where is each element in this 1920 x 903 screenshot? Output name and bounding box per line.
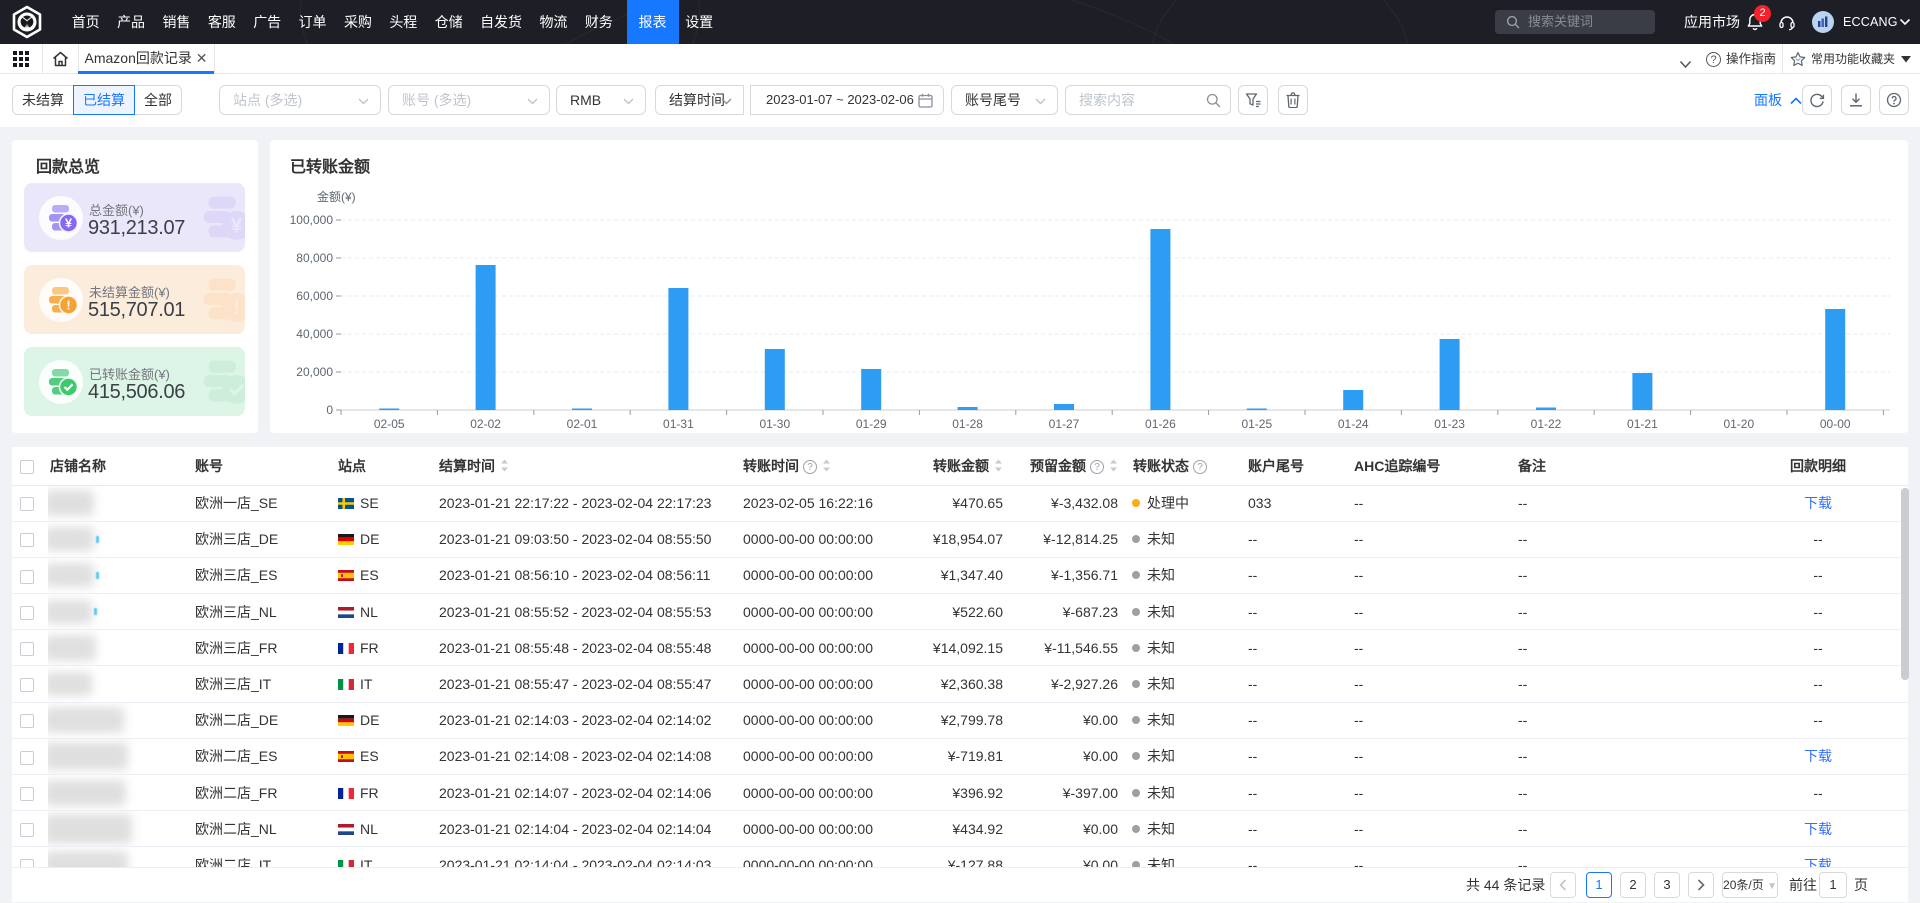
svg-text:01-26: 01-26	[1145, 417, 1176, 431]
svg-text:¥: ¥	[65, 216, 73, 231]
svg-text:60,000: 60,000	[296, 289, 333, 303]
svg-text:02-01: 02-01	[567, 417, 598, 431]
svg-text:01-28: 01-28	[952, 417, 983, 431]
svg-text:40,000: 40,000	[296, 327, 333, 341]
svg-text:!: !	[66, 298, 70, 313]
svg-text:01-20: 01-20	[1723, 417, 1754, 431]
svg-text:01-24: 01-24	[1338, 417, 1369, 431]
svg-text:01-25: 01-25	[1241, 417, 1272, 431]
svg-text:02-02: 02-02	[470, 417, 501, 431]
svg-text:01-27: 01-27	[1049, 417, 1080, 431]
svg-text:100,000: 100,000	[290, 213, 334, 227]
svg-text:0: 0	[326, 403, 333, 417]
svg-text:金额(¥): 金额(¥)	[317, 189, 356, 204]
svg-text:01-29: 01-29	[856, 417, 887, 431]
svg-text:20,000: 20,000	[296, 365, 333, 379]
svg-text:!: !	[233, 297, 240, 320]
svg-text:¥: ¥	[231, 215, 243, 238]
svg-text:80,000: 80,000	[296, 251, 333, 265]
svg-text:01-30: 01-30	[759, 417, 790, 431]
svg-text:01-23: 01-23	[1434, 417, 1465, 431]
svg-text:01-21: 01-21	[1627, 417, 1658, 431]
svg-text:01-22: 01-22	[1531, 417, 1562, 431]
svg-text:01-31: 01-31	[663, 417, 694, 431]
svg-text:02-05: 02-05	[374, 417, 405, 431]
svg-text:00-00: 00-00	[1820, 417, 1851, 431]
